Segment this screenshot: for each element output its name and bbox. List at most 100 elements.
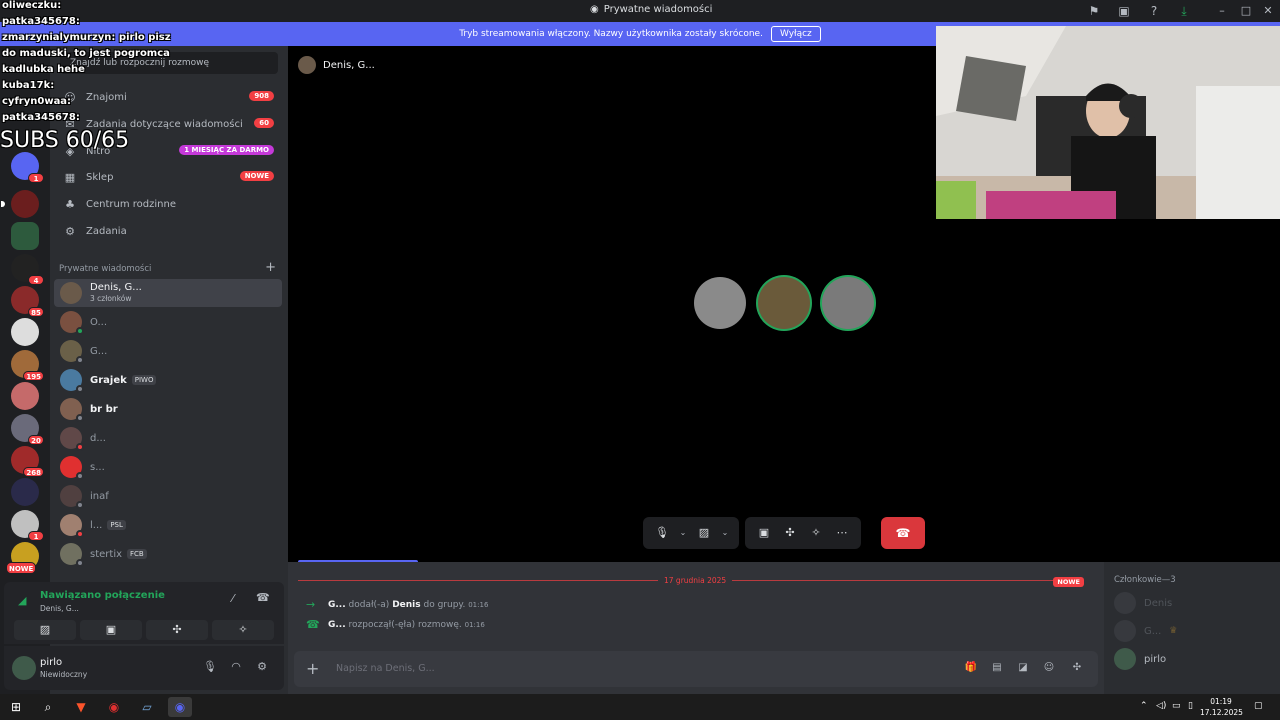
activities-button[interactable]: ✣ <box>146 620 208 640</box>
server-icon[interactable] <box>11 478 39 506</box>
unread-dot <box>1 201 5 207</box>
dm-item[interactable]: d... <box>54 424 282 452</box>
obs-icon[interactable]: ◉ <box>102 697 126 717</box>
discord-taskbar-icon[interactable]: ◉ <box>168 697 192 717</box>
banner-text: Tryb streamowania włączony. Nazwy użytko… <box>459 29 763 39</box>
dm-name: d... <box>90 432 106 444</box>
user-mention[interactable]: G... <box>328 600 346 610</box>
dm-name: inaf <box>90 490 109 502</box>
nav-shop[interactable]: ▦ Sklep NOWE <box>56 164 282 190</box>
headphones-icon[interactable]: ◠ <box>228 660 244 676</box>
server-icon[interactable]: 268 <box>11 446 44 477</box>
dm-item[interactable]: s... <box>54 453 282 481</box>
member-item[interactable]: G... ♛ <box>1114 620 1177 642</box>
overlay-message: do maduski, to jest pogromca <box>2 48 170 59</box>
search-icon[interactable]: ⌕ <box>36 697 60 717</box>
attach-plus-icon[interactable]: + <box>306 659 319 678</box>
apps-icon[interactable]: ✣ <box>1070 662 1084 676</box>
server-icon[interactable] <box>1 190 39 218</box>
status-dot <box>76 472 84 480</box>
home-button[interactable]: 1 <box>11 152 44 183</box>
clock[interactable]: 01:19 17.12.2025 <box>1200 696 1243 718</box>
microphone-icon[interactable]: 🎙 <box>651 522 673 544</box>
call-participant-avatar[interactable] <box>758 277 810 329</box>
chevron-down-icon[interactable]: ⌄ <box>677 522 689 544</box>
user-mention[interactable]: G... <box>328 620 346 630</box>
nav-quests[interactable]: ⚙ Zadania <box>56 218 282 244</box>
network-icon[interactable]: ▭ <box>1172 701 1181 711</box>
emoji-icon[interactable]: ☺ <box>1042 662 1056 676</box>
close-icon[interactable]: ✕ <box>1256 2 1280 20</box>
member-item[interactable]: pirlo <box>1114 648 1166 670</box>
call-participant-avatar[interactable] <box>694 277 746 329</box>
user-panel: pirlo Niewidoczny 🎙 ◠ ⚙ <box>4 646 284 690</box>
soundboard-button[interactable]: ✧ <box>212 620 274 640</box>
notepad-icon[interactable]: ▱ <box>135 697 159 717</box>
dm-item[interactable]: inaf <box>54 482 282 510</box>
camera-toggle-button[interactable]: ▨ <box>14 620 76 640</box>
server-icon[interactable] <box>11 222 39 250</box>
avatar <box>60 369 84 393</box>
microphone-tray-icon[interactable]: ▯ <box>1188 701 1193 711</box>
tray-chevron-icon[interactable]: ⌃ <box>1140 701 1148 711</box>
dm-item[interactable]: Grajek PIWO <box>54 366 282 394</box>
camera-off-icon[interactable]: ▨ <box>693 522 715 544</box>
server-icon[interactable]: 195 <box>11 350 44 381</box>
minimize-icon[interactable]: – <box>1210 2 1234 20</box>
dm-item[interactable]: Denis, G... 3 członków <box>54 279 282 307</box>
hang-up-button[interactable]: ☎ <box>881 517 925 549</box>
server-icon[interactable]: 4 <box>11 254 44 285</box>
mic-camera-controls: 🎙 ⌄ ▨ ⌄ <box>643 517 739 549</box>
gif-icon[interactable]: ▤ <box>990 662 1004 676</box>
avatar <box>1114 592 1136 614</box>
call-participant-avatar[interactable] <box>822 277 874 329</box>
server-icon[interactable] <box>11 382 39 410</box>
windows-start-icon[interactable]: ⊞ <box>4 697 28 717</box>
brave-browser-icon[interactable]: ▼ <box>69 697 93 717</box>
download-icon[interactable]: ⤓ <box>1176 3 1192 19</box>
server-icon[interactable] <box>11 318 39 346</box>
screen-icon[interactable]: ▣ <box>1116 3 1132 19</box>
dm-item[interactable]: br br <box>54 395 282 423</box>
sticker-icon[interactable]: ◪ <box>1016 662 1030 676</box>
dm-item[interactable]: stertix FCB <box>54 540 282 568</box>
soundboard-icon[interactable]: ✧ <box>805 522 827 544</box>
create-dm-icon[interactable]: + <box>265 260 276 275</box>
noise-suppression-icon[interactable]: ⁄ <box>232 592 234 605</box>
screen-share-button[interactable]: ▣ <box>80 620 142 640</box>
settings-gear-icon[interactable]: ⚙ <box>254 660 270 676</box>
volume-icon[interactable]: ◁) <box>1156 701 1166 711</box>
server-icon[interactable]: 20 <box>11 414 44 445</box>
nav-friends[interactable]: ☺ Znajomi 908 <box>56 84 282 110</box>
dm-item[interactable]: G... <box>54 337 282 365</box>
nav-label: Znajomi <box>86 91 127 103</box>
dm-name: l... <box>90 519 103 531</box>
server-icon[interactable]: 85 <box>11 286 44 317</box>
maximize-icon[interactable]: □ <box>1234 2 1258 20</box>
user-mention[interactable]: Denis <box>392 600 420 610</box>
screen-share-icon[interactable]: ▣ <box>753 522 775 544</box>
overlay-user: kuba17k: <box>2 80 55 91</box>
dm-item[interactable]: O... <box>54 308 282 336</box>
activities-icon[interactable]: ✣ <box>779 522 801 544</box>
dm-item[interactable]: l... PSL <box>54 511 282 539</box>
disable-streamer-mode-button[interactable]: Wyłącz <box>770 26 821 42</box>
message-composer[interactable]: + Napisz na Denis, G... 🎁 ▤ ◪ ☺ ✣ <box>294 651 1098 687</box>
nav-family-center[interactable]: ♣ Centrum rodzinne <box>56 191 282 217</box>
overlay-chat-line: kuba17k: <box>2 80 54 91</box>
disconnect-icon[interactable]: ☎ <box>256 591 270 604</box>
avatar[interactable] <box>12 656 36 680</box>
help-icon[interactable]: ? <box>1146 3 1162 19</box>
message-text: rozpoczął(-ęła) rozmowę. <box>348 619 462 630</box>
username: pirlo <box>40 657 63 668</box>
server-icon[interactable]: 1 <box>11 510 44 541</box>
badge: 1 MIESIĄC ZA DARMO <box>179 145 274 155</box>
badge: 60 <box>254 118 274 128</box>
flag-icon[interactable]: ⚑ <box>1086 3 1102 19</box>
more-icon[interactable]: ⋯ <box>831 522 853 544</box>
gift-icon[interactable]: 🎁 <box>964 662 978 676</box>
member-item[interactable]: Denis <box>1114 592 1172 614</box>
notifications-icon[interactable]: ▢ <box>1254 701 1263 711</box>
chevron-down-icon[interactable]: ⌄ <box>719 522 731 544</box>
microphone-icon[interactable]: 🎙 <box>202 660 218 676</box>
